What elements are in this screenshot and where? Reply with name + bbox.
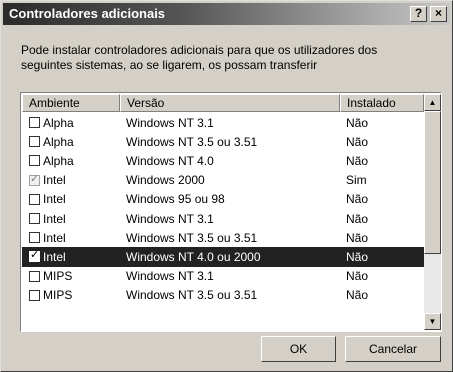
checkbox[interactable] bbox=[29, 270, 40, 282]
column-header-environment[interactable]: Ambiente bbox=[22, 94, 120, 112]
environment-label: Intel bbox=[43, 249, 66, 264]
cell-environment: MIPS bbox=[22, 288, 120, 302]
cell-environment: Alpha bbox=[22, 116, 120, 130]
cell-version: Windows NT 3.5 ou 3.51 bbox=[126, 288, 258, 303]
close-button[interactable]: × bbox=[430, 6, 447, 22]
ok-button[interactable]: OK bbox=[261, 336, 336, 362]
table-row[interactable]: Intel Windows NT 3.5 ou 3.51 Não bbox=[22, 228, 424, 247]
table-row[interactable]: MIPS Windows NT 3.5 ou 3.51 Não bbox=[22, 286, 424, 305]
checkmark-icon: ✓ bbox=[30, 249, 40, 262]
cell-environment: Intel bbox=[22, 231, 120, 245]
cell-installed: Não bbox=[346, 269, 369, 284]
environment-label: Intel bbox=[43, 230, 66, 245]
arrow-up-icon[interactable]: ▲ bbox=[424, 94, 441, 111]
cell-version: Windows 95 ou 98 bbox=[126, 192, 225, 207]
environment-label: Alpha bbox=[43, 115, 74, 130]
table-row[interactable]: Alpha Windows NT 3.5 ou 3.51 Não bbox=[22, 132, 424, 151]
cell-version: Windows NT 4.0 ou 2000 bbox=[126, 249, 261, 264]
checkbox[interactable] bbox=[29, 289, 40, 301]
checkbox[interactable]: ✓ bbox=[29, 249, 40, 263]
drivers-list[interactable]: Ambiente Versão Instalado Alpha Windows N… bbox=[20, 92, 442, 332]
table-row[interactable]: Intel Windows NT 3.1 Não bbox=[22, 209, 424, 228]
cell-environment: ✓ Intel bbox=[22, 173, 120, 187]
table-row[interactable]: Alpha Windows NT 3.1 Não bbox=[22, 113, 424, 132]
cell-installed: Não bbox=[346, 192, 369, 207]
cell-environment: Alpha bbox=[22, 135, 120, 149]
cell-installed: Sim bbox=[346, 173, 367, 188]
title-bar[interactable]: Controladores adicionais ? × bbox=[3, 3, 450, 25]
cell-installed: Não bbox=[346, 211, 369, 226]
environment-label: Intel bbox=[43, 192, 66, 207]
environment-label: Alpha bbox=[43, 134, 74, 149]
cell-environment: MIPS bbox=[22, 269, 120, 283]
arrow-down-icon[interactable]: ▼ bbox=[424, 313, 441, 330]
checkbox[interactable] bbox=[29, 193, 40, 205]
column-header-version[interactable]: Versão bbox=[120, 94, 340, 112]
description-text: Pode instalar controladores adicionais p… bbox=[21, 43, 378, 72]
cell-installed: Não bbox=[346, 115, 369, 130]
checkbox[interactable] bbox=[29, 155, 40, 167]
dialog-window: Controladores adicionais ? × Pode instal… bbox=[0, 0, 453, 372]
environment-label: MIPS bbox=[43, 288, 73, 303]
cell-installed: Não bbox=[346, 230, 369, 245]
scrollbar-thumb[interactable] bbox=[424, 111, 441, 254]
list-rows: Alpha Windows NT 3.1 Não Alpha Windows NT 3.… bbox=[22, 113, 424, 305]
table-row[interactable]: Alpha Windows NT 4.0 Não bbox=[22, 151, 424, 170]
environment-label: Intel bbox=[43, 211, 66, 226]
cell-version: Windows NT 3.1 bbox=[126, 269, 214, 284]
checkbox[interactable] bbox=[29, 232, 40, 244]
list-header: Ambiente Versão Instalado bbox=[22, 94, 424, 112]
cell-version: Windows NT 3.1 bbox=[126, 115, 214, 130]
cell-installed: Não bbox=[346, 249, 369, 264]
cell-environment: Intel bbox=[22, 192, 120, 206]
help-button[interactable]: ? bbox=[410, 6, 427, 22]
cell-version: Windows 2000 bbox=[126, 173, 205, 188]
table-row[interactable]: ✓ Intel Windows 2000 Sim bbox=[22, 171, 424, 190]
cell-version: Windows NT 4.0 bbox=[126, 153, 214, 168]
cell-version: Windows NT 3.5 ou 3.51 bbox=[126, 230, 258, 245]
cell-installed: Não bbox=[346, 153, 369, 168]
table-row[interactable]: MIPS Windows NT 3.1 Não bbox=[22, 267, 424, 286]
cell-environment: Alpha bbox=[22, 154, 120, 168]
checkbox[interactable] bbox=[29, 136, 40, 148]
column-header-installed[interactable]: Instalado bbox=[340, 94, 424, 112]
environment-label: Alpha bbox=[43, 153, 74, 168]
table-row[interactable]: ✓ Intel Windows NT 4.0 ou 2000 Não bbox=[22, 247, 424, 267]
table-row[interactable]: Intel Windows 95 ou 98 Não bbox=[22, 190, 424, 209]
cell-installed: Não bbox=[346, 134, 369, 149]
environment-label: Intel bbox=[43, 173, 66, 188]
checkmark-icon: ✓ bbox=[30, 173, 40, 185]
checkbox: ✓ bbox=[29, 173, 40, 186]
cell-version: Windows NT 3.5 ou 3.51 bbox=[126, 134, 258, 149]
cell-version: Windows NT 3.1 bbox=[126, 211, 214, 226]
cancel-button[interactable]: Cancelar bbox=[345, 336, 441, 362]
cell-installed: Não bbox=[346, 288, 369, 303]
cell-environment: Intel bbox=[22, 212, 120, 226]
environment-label: MIPS bbox=[43, 269, 73, 284]
checkbox[interactable] bbox=[29, 117, 40, 129]
cell-environment: ✓ Intel bbox=[22, 250, 120, 264]
vertical-scrollbar[interactable]: ▲ ▼ bbox=[424, 94, 441, 330]
checkbox[interactable] bbox=[29, 213, 40, 225]
window-title: Controladores adicionais bbox=[9, 6, 166, 21]
